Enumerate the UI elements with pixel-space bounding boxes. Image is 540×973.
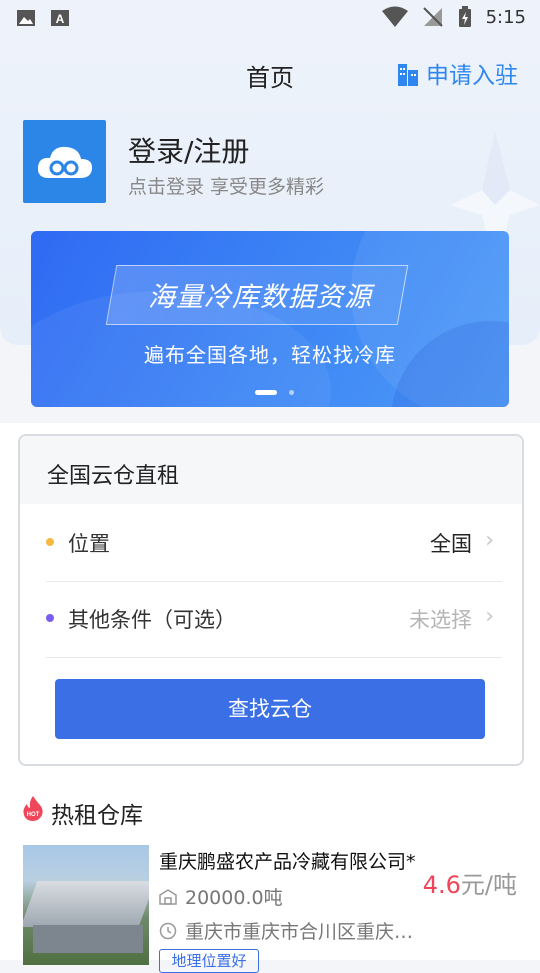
apply-entry-label: 申请入驻: [426, 63, 518, 89]
location-row[interactable]: 位置 全国 ›: [46, 506, 502, 581]
location-value: 全国: [430, 532, 472, 556]
battery-charging-icon: [458, 6, 471, 27]
warehouse-address: 重庆市重庆市合川区重庆…: [159, 917, 413, 944]
conditions-dot-icon: [46, 614, 54, 622]
carousel-dot-active: [255, 390, 277, 395]
chevron-right-icon: ›: [485, 604, 494, 629]
cloud-logo-icon: [37, 146, 92, 178]
price-unit: 元/吨: [460, 871, 517, 899]
carousel-dot: [289, 390, 294, 395]
find-warehouse-button[interactable]: 查找云仓: [55, 679, 485, 739]
location-label: 位置: [68, 532, 110, 556]
warehouse-capacity: 20000.0吨: [159, 883, 283, 910]
hot-rentals-section: HOT 热租仓库 重庆鹏盛农产品冷藏有限公司* 20000.0吨 重庆市重庆市合…: [0, 775, 540, 973]
search-card: 全国云仓直租 位置 全国 › 其他条件（可选） 未选择 › 查找云仓: [18, 434, 524, 766]
font-icon: A: [51, 10, 69, 26]
row-divider: [46, 657, 502, 658]
promo-banner[interactable]: 海量冷库数据资源 遍布全国各地，轻松找冷库: [31, 231, 509, 407]
login-register-title[interactable]: 登录/注册: [128, 130, 249, 170]
login-profile[interactable]: 登录/注册 点击登录 享受更多精彩: [23, 120, 324, 203]
other-conditions-label: 其他条件（可选）: [68, 608, 236, 632]
other-conditions-value: 未选择: [409, 608, 472, 632]
warehouse-price: 4.6元/吨: [423, 865, 517, 900]
location-dot-icon: [46, 538, 54, 546]
status-bar: A 5:15: [0, 0, 540, 36]
search-card-title: 全国云仓直租: [47, 464, 180, 489]
chevron-right-icon: ›: [485, 528, 494, 553]
other-conditions-row[interactable]: 其他条件（可选） 未选择 ›: [46, 582, 502, 657]
apply-entry-button[interactable]: 申请入驻: [396, 56, 518, 90]
banner-title: 海量冷库数据资源: [148, 282, 372, 313]
warehouse-icon: [159, 888, 177, 905]
address-value: 重庆市重庆市合川区重庆…: [185, 921, 414, 943]
no-signal-icon: [422, 7, 443, 27]
gallery-icon: [17, 10, 35, 26]
banner-subtitle: 遍布全国各地，轻松找冷库: [144, 343, 396, 367]
svg-text:A: A: [56, 12, 65, 26]
login-subtitle: 点击登录 享受更多精彩: [128, 176, 325, 198]
hot-rentals-title: 热租仓库: [51, 803, 143, 829]
warehouse-name: 重庆鹏盛农产品冷藏有限公司*: [159, 851, 416, 873]
title-bar: 首页 申请入驻: [0, 52, 540, 96]
warehouse-image: [23, 845, 149, 965]
warehouse-wall: [33, 925, 143, 953]
carousel-indicator: [255, 390, 294, 395]
clock-icon: [159, 922, 177, 939]
warehouse-roof: [23, 881, 149, 927]
clock: 5:15: [485, 6, 526, 28]
hot-badge-text: HOT: [27, 812, 40, 818]
warehouse-tag: 地理位置好: [159, 949, 259, 973]
app-logo: [23, 120, 106, 203]
search-section: 全国云仓直租 位置 全国 › 其他条件（可选） 未选择 › 查找云仓: [0, 423, 540, 775]
wifi-icon: [381, 6, 408, 27]
capacity-value: 20000.0吨: [185, 887, 283, 909]
fire-hot-icon: HOT: [23, 796, 43, 821]
price-value: 4.6: [422, 871, 461, 899]
building-icon: [398, 64, 418, 86]
